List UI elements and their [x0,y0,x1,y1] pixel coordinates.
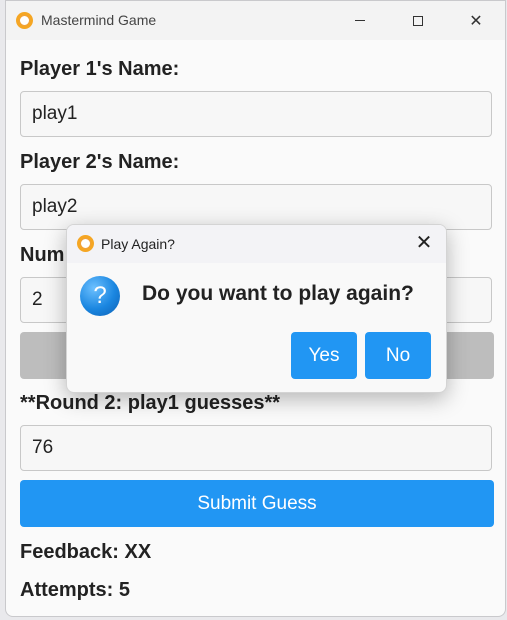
player2-label: Player 2's Name: [20,151,180,173]
minimize-button[interactable] [337,1,383,40]
maximize-icon [413,15,423,26]
question-icon: ? [80,276,120,316]
dialog-title-bar: Play Again? ✕ [67,225,446,263]
feedback-text: Feedback: XX [20,541,152,563]
app-logo-icon [16,12,33,29]
app-logo-icon [77,235,94,252]
yes-button[interactable]: Yes [291,332,357,379]
dialog-title: Play Again? [101,236,175,252]
maximize-button[interactable] [395,1,441,40]
minimize-icon [355,20,365,21]
window-title: Mastermind Game [41,12,157,28]
guess-input[interactable]: 76 [20,425,492,471]
num-label: Num [20,244,65,266]
no-button[interactable]: No [365,332,431,379]
round-label: **Round 2: play1 guesses** [20,392,281,414]
submit-guess-button[interactable]: Submit Guess [20,480,494,527]
player1-label: Player 1's Name: [20,58,180,80]
dialog-close-icon[interactable]: ✕ [413,232,435,254]
dialog-message: Do you want to play again? [142,282,414,305]
play-again-dialog: Play Again? ✕ ? Do you want to play agai… [66,224,447,393]
close-icon: ✕ [469,12,483,30]
player1-name-input[interactable]: play1 [20,91,492,137]
close-button[interactable]: ✕ [453,1,499,40]
attempts-text: Attempts: 5 [20,579,131,601]
title-bar: Mastermind Game ✕ [6,1,505,40]
